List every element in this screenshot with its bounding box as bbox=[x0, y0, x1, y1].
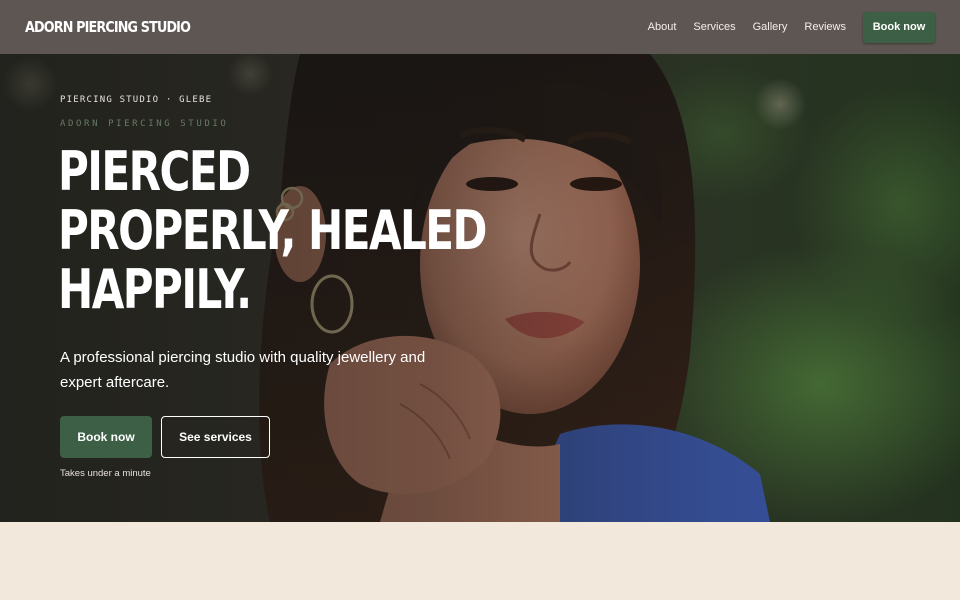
hero-note: Takes under a minute bbox=[60, 468, 151, 479]
top-nav: ADORN PIERCING STUDIO About Services Gal… bbox=[0, 0, 960, 54]
hero-subtitle: A professional piercing studio with qual… bbox=[60, 349, 426, 391]
headline-line-2: PROPERLY, HEALED bbox=[58, 199, 487, 262]
hero-book-button[interactable]: Book now bbox=[60, 416, 152, 458]
nav-book-button[interactable]: Book now bbox=[863, 11, 935, 43]
nav-link-services[interactable]: Services bbox=[693, 21, 735, 33]
hero-eyebrow-secondary: ADORN PIERCING STUDIO bbox=[60, 119, 229, 129]
headline-line-3: HAPPILY. bbox=[58, 258, 252, 321]
hero-services-button[interactable]: See services bbox=[161, 416, 270, 458]
nav-link-gallery[interactable]: Gallery bbox=[753, 21, 788, 33]
page: ADORN PIERCING STUDIO About Services Gal… bbox=[0, 0, 960, 600]
nav-links: About Services Gallery Reviews Book now bbox=[648, 11, 935, 43]
headline-line-1: PIERCED bbox=[58, 140, 251, 203]
hero-headline: PIERCED PROPERLY, HEALED HAPPILY. bbox=[58, 140, 487, 321]
content-section bbox=[0, 522, 960, 600]
hero-content: PIERCING STUDIO · GLEBE ADORN PIERCING S… bbox=[58, 54, 580, 522]
nav-link-reviews[interactable]: Reviews bbox=[804, 21, 846, 33]
nav-link-about[interactable]: About bbox=[648, 21, 677, 33]
hero-eyebrow: PIERCING STUDIO · GLEBE bbox=[60, 95, 213, 105]
hero-section: PIERCING STUDIO · GLEBE ADORN PIERCING S… bbox=[0, 54, 960, 522]
brand-logo[interactable]: ADORN PIERCING STUDIO bbox=[25, 18, 191, 36]
